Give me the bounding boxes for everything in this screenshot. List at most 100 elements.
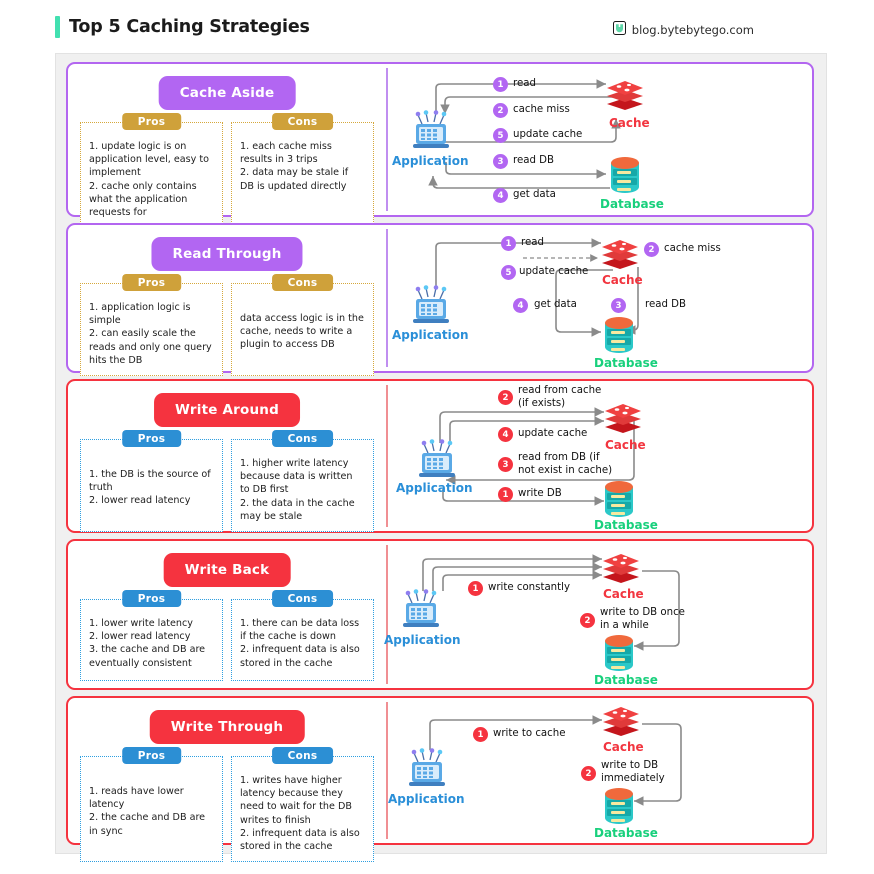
title-accent-bar	[55, 16, 60, 38]
step-label-text: write to DB	[601, 760, 659, 771]
step-badge: 1	[493, 77, 508, 92]
application-label: Application	[392, 328, 469, 342]
step-label-emphasis: immediately	[601, 772, 665, 784]
strategy-title-cache-aside: Cache Aside	[158, 76, 296, 110]
cons-box: Cons 1. writes have higher latency becau…	[231, 747, 374, 863]
pros-box: Pros 1. reads have lower latency 2. the …	[80, 747, 223, 863]
pros-text: 1. reads have lower latency 2. the cache…	[89, 786, 206, 837]
section-cache-aside: Cache Aside Pros 1. update logic is on a…	[66, 62, 814, 229]
step-badge: 1	[473, 727, 488, 742]
pros-cons-row: Pros 1. reads have lower latency 2. the …	[80, 747, 374, 863]
write-through-diagram: Application Cache Database 1 write to ca…	[388, 698, 812, 843]
pros-cons-row: Pros 1. lower write latency 2. lower rea…	[80, 590, 374, 681]
step-label: update cache	[513, 129, 583, 140]
step-label: read	[521, 237, 544, 248]
bytebytego-logo-icon	[612, 20, 626, 39]
step-badge: 3	[498, 457, 513, 472]
step-label: read from DB (if not exist in cache)	[518, 452, 613, 476]
infographic-frame: Cache Aside Pros 1. update logic is on a…	[55, 53, 827, 863]
cache-aside-info: Cache Aside Pros 1. update logic is on a…	[68, 64, 386, 229]
step-label-write-to-db: write to DB once in a while	[600, 607, 685, 632]
read-through-diagram: Application Cache Database 1 read 2 cach…	[388, 225, 812, 371]
cons-box: Cons 1. higher write latency because dat…	[231, 430, 374, 533]
step-badge: 1	[498, 487, 513, 502]
write-back-diagram: Application Cache Database 1 write const…	[384, 541, 812, 688]
pros-box: Pros 1. lower write latency 2. lower rea…	[80, 590, 223, 681]
pros-cons-row: Pros 1. update logic is on application l…	[80, 113, 374, 229]
write-around-info: Write Around Pros 1. the DB is the sourc…	[68, 381, 386, 533]
write-back-info: Write Back Pros 1. lower write latency 2…	[68, 541, 386, 688]
step-label: write to cache	[493, 728, 566, 739]
strategy-title-write-back: Write Back	[163, 553, 291, 587]
pros-box: Pros 1. the DB is the source of truth 2.…	[80, 430, 223, 533]
step-badge: 2	[493, 103, 508, 118]
database-label: Database	[594, 673, 658, 687]
pros-cons-row: Pros 1. application logic is simple 2. c…	[80, 274, 374, 377]
pros-text: 1. the DB is the source of truth 2. lowe…	[89, 469, 211, 507]
pros-text: 1. application logic is simple 2. can ea…	[89, 302, 212, 366]
brand: blog.bytebytego.com	[612, 20, 754, 39]
pros-badge: Pros	[121, 274, 182, 291]
cons-text: data access logic is in the cache, needs…	[240, 313, 364, 351]
pros-badge: Pros	[121, 590, 182, 607]
strategy-title-read-through: Read Through	[151, 237, 303, 271]
step-label: write DB	[518, 488, 562, 499]
cons-badge: Cons	[271, 113, 334, 130]
header: Top 5 Caching Strategies blog.bytebytego…	[0, 16, 874, 52]
pros-cons-row: Pros 1. the DB is the source of truth 2.…	[80, 430, 374, 533]
cache-label: Cache	[609, 116, 650, 130]
cons-text: 1. there can be data loss if the cache i…	[240, 618, 360, 669]
step-label: update cache	[518, 428, 588, 439]
caching-strategies-infographic: Top 5 Caching Strategies blog.bytebytego…	[0, 0, 874, 874]
step-badge: 5	[493, 128, 508, 143]
database-label: Database	[600, 197, 664, 211]
cons-box: Cons 1. there can be data loss if the ca…	[231, 590, 374, 681]
pros-badge: Pros	[121, 113, 182, 130]
cons-badge: Cons	[271, 274, 334, 291]
cache-label: Cache	[603, 740, 644, 754]
step-label: read DB	[513, 155, 555, 166]
step-label: read	[513, 78, 536, 89]
application-label: Application	[392, 154, 469, 168]
step-badge: 3	[611, 298, 626, 313]
step-badge: 4	[498, 427, 513, 442]
step-label: update cache	[519, 266, 589, 277]
strategy-title-write-around: Write Around	[154, 393, 300, 427]
cons-text: 1. each cache miss results in 3 trips 2.…	[240, 141, 349, 192]
application-label: Application	[396, 481, 473, 495]
cache-aside-diagram: Application Cache Database 1 read 2 cach…	[388, 64, 812, 215]
pros-text: 1. lower write latency 2. lower read lat…	[89, 618, 206, 669]
section-write-around: Write Around Pros 1. the DB is the sourc…	[66, 379, 814, 533]
step-label: get data	[534, 299, 577, 310]
title-text: Top 5 Caching Strategies	[69, 17, 310, 37]
step-badge: 1	[501, 236, 516, 251]
write-through-info: Write Through Pros 1. reads have lower l…	[68, 698, 386, 863]
read-through-info: Read Through Pros 1. application logic i…	[68, 225, 386, 377]
cache-label: Cache	[603, 587, 644, 601]
step-label: write constantly	[488, 582, 570, 593]
step-label: get data	[513, 189, 556, 200]
cons-badge: Cons	[271, 747, 334, 764]
step-badge: 2	[580, 613, 595, 628]
step-badge: 2	[498, 390, 513, 405]
section-read-through: Read Through Pros 1. application logic i…	[66, 223, 814, 377]
cache-label: Cache	[605, 438, 646, 452]
page-title: Top 5 Caching Strategies	[55, 16, 310, 38]
database-label: Database	[594, 518, 658, 532]
step-badge: 1	[468, 581, 483, 596]
pros-box: Pros 1. update logic is on application l…	[80, 113, 223, 229]
step-label: cache miss	[664, 243, 721, 254]
step-label-write-to-db: write to DB immediately	[601, 760, 665, 785]
step-badge: 2	[581, 766, 596, 781]
cons-badge: Cons	[271, 430, 334, 447]
section-write-through: Write Through Pros 1. reads have lower l…	[66, 696, 814, 863]
step-label-text: write to DB	[600, 607, 661, 618]
cache-label: Cache	[602, 273, 643, 287]
database-label: Database	[594, 826, 658, 840]
database-label: Database	[594, 356, 658, 370]
pros-badge: Pros	[121, 430, 182, 447]
step-badge: 4	[493, 188, 508, 203]
cons-badge: Cons	[271, 590, 334, 607]
step-badge: 5	[501, 265, 516, 280]
strategy-title-write-through: Write Through	[149, 710, 305, 744]
